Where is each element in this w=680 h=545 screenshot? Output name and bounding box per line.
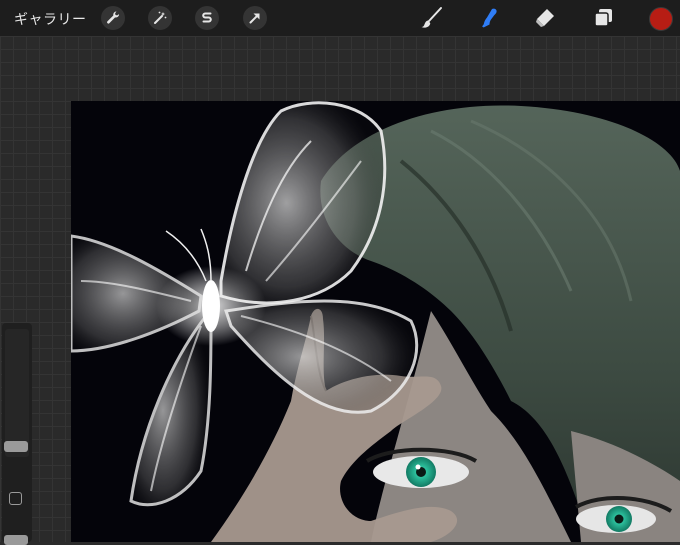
layers-icon (594, 9, 612, 27)
gallery-button[interactable]: ギャラリー (14, 9, 87, 29)
smudge-icon (482, 8, 497, 28)
smudge-tool-button[interactable] (475, 4, 503, 32)
brush-icon (421, 7, 442, 28)
selection-button[interactable] (195, 6, 219, 30)
adjustments-button[interactable] (148, 6, 172, 30)
side-toolbar (2, 323, 32, 542)
actions-button[interactable] (101, 6, 125, 30)
transform-button[interactable] (243, 6, 267, 30)
brush-tool-button[interactable] (418, 4, 446, 32)
eraser-tool-button[interactable] (531, 4, 559, 32)
brush-size-slider-handle[interactable] (4, 441, 28, 452)
top-toolbar: ギャラリー (0, 0, 680, 36)
transform-arrow-icon (249, 13, 260, 24)
artwork-illustration (71, 101, 680, 542)
eraser-icon (536, 9, 554, 27)
color-picker-button[interactable] (649, 7, 673, 31)
opacity-slider-handle[interactable] (4, 535, 28, 545)
drawing-canvas[interactable] (71, 101, 680, 542)
layers-button[interactable] (589, 4, 617, 32)
selection-s-icon (202, 12, 212, 23)
modify-button[interactable] (9, 492, 22, 505)
magic-wand-icon (154, 11, 167, 24)
brush-size-slider-track[interactable] (5, 329, 29, 457)
wrench-icon (107, 11, 120, 24)
